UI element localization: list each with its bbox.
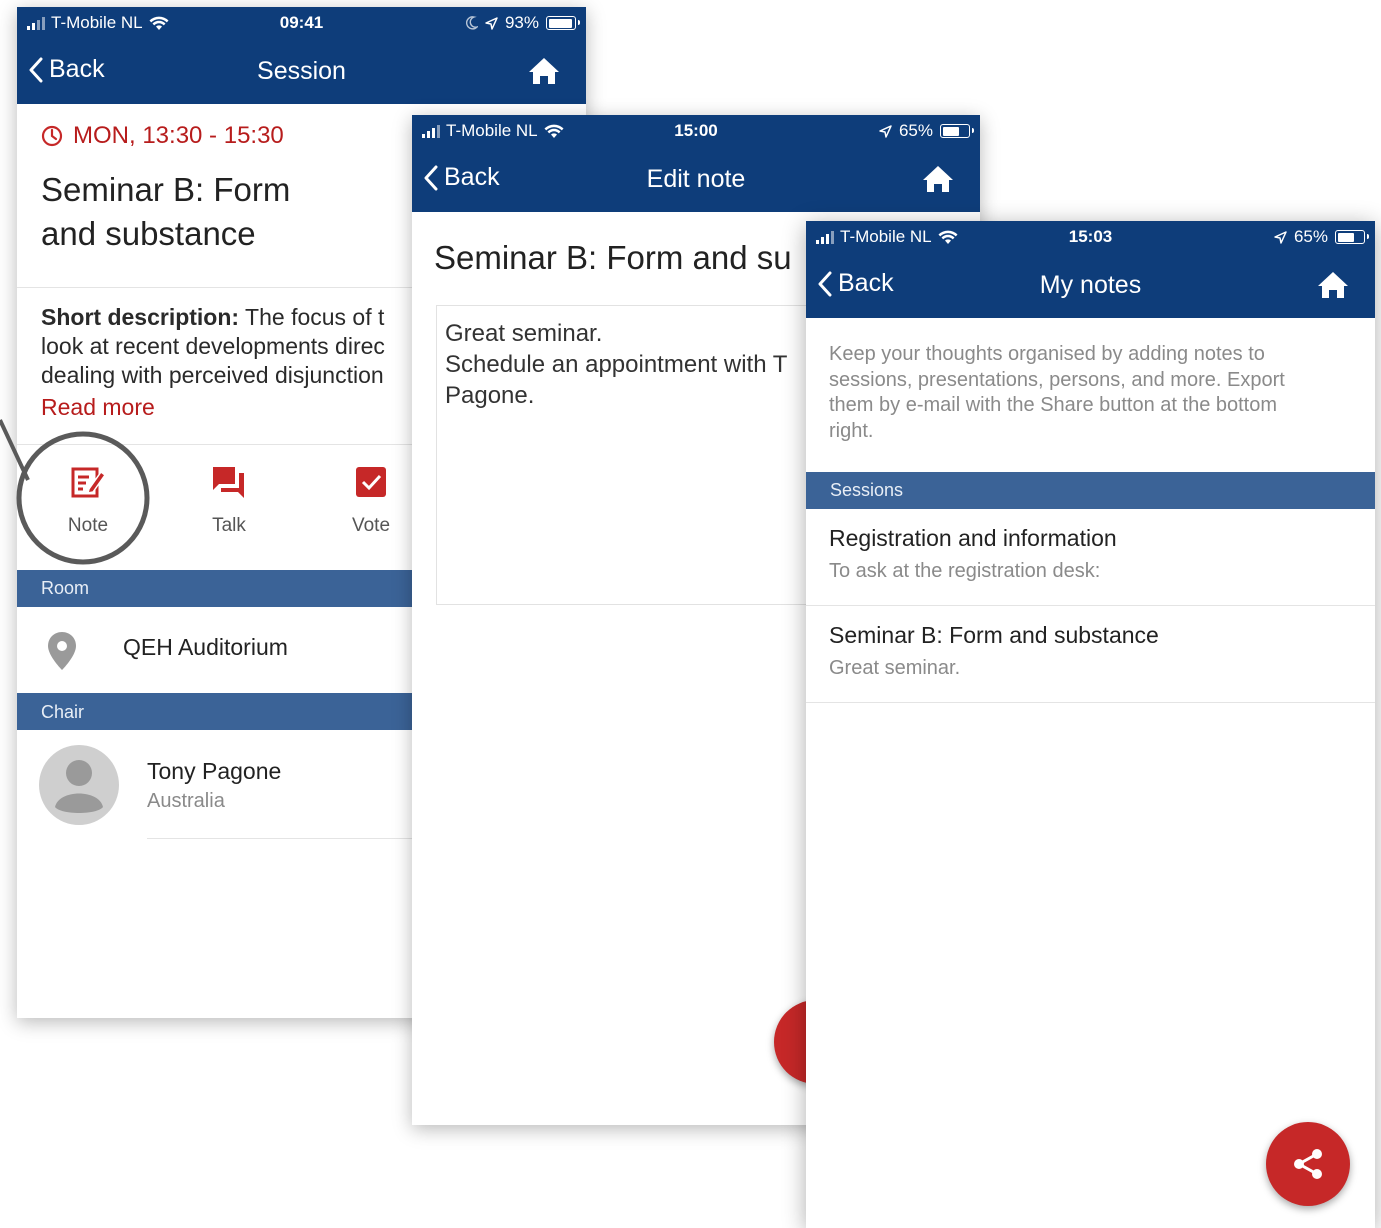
location-arrow-icon [879, 124, 892, 138]
home-icon [1318, 272, 1348, 298]
nav-bar: Back Session [17, 47, 586, 97]
note-edit-icon [71, 467, 107, 498]
share-icon [1294, 1149, 1322, 1179]
list-item[interactable]: Registration and information To ask at t… [806, 509, 1375, 605]
checkbox-icon [356, 467, 386, 497]
home-button[interactable] [1317, 271, 1349, 304]
home-button[interactable] [922, 165, 954, 198]
battery-icon [940, 124, 974, 138]
home-icon [923, 166, 953, 192]
note-button[interactable]: Note [48, 464, 128, 537]
location-arrow-icon [485, 16, 498, 30]
status-bar: T-Mobile NL 15:00 65% [412, 121, 980, 143]
nav-title: My notes [1039, 271, 1142, 299]
nav-bar: Back My notes [806, 261, 1375, 311]
battery-percent: 93% [504, 13, 539, 32]
talk-button[interactable]: Talk [189, 464, 269, 537]
my-notes-intro: Keep your thoughts organised by adding n… [829, 343, 1285, 442]
chair-country: Australia [147, 790, 225, 812]
location-pin-icon [48, 632, 76, 670]
nav-title: Session [257, 57, 346, 85]
clock-icon [41, 125, 63, 147]
my-notes-content: Keep your thoughts organised by adding n… [806, 318, 1375, 1228]
note-item-preview: Great seminar. [829, 657, 961, 679]
note-session-title: Seminar B: Form and su [434, 239, 792, 276]
share-button[interactable] [1266, 1122, 1350, 1206]
avatar [39, 745, 119, 825]
read-more-link[interactable]: Read more [41, 394, 155, 421]
battery-icon [546, 16, 580, 30]
talk-label: Talk [212, 515, 246, 536]
battery-percent: 65% [1293, 227, 1328, 246]
note-item-title: Seminar B: Form and substance [829, 622, 1159, 648]
list-item[interactable]: Seminar B: Form and substance Great semi… [806, 606, 1375, 702]
session-title: Seminar B: Form and substance [41, 171, 291, 252]
home-icon [529, 58, 559, 84]
top-bar: T-Mobile NL 15:00 65% Back Edit note [412, 115, 980, 212]
status-bar: T-Mobile NL 09:41 93% [17, 13, 586, 35]
location-arrow-icon [1274, 230, 1287, 244]
note-label: Note [67, 515, 109, 536]
nav-title: Edit note [646, 165, 746, 193]
chat-icon [213, 467, 244, 498]
sessions-section-header: Sessions [806, 472, 1375, 509]
session-description: Short description: The focus of t look a… [41, 304, 385, 388]
vote-button[interactable]: Vote [331, 464, 411, 537]
top-bar: T-Mobile NL 15:03 65% Back My notes [806, 221, 1375, 318]
moon-icon [465, 16, 478, 30]
note-item-preview: To ask at the registration desk: [829, 560, 1101, 582]
note-item-title: Registration and information [829, 525, 1117, 551]
my-notes-screen: T-Mobile NL 15:03 65% Back My notes Keep… [806, 221, 1375, 1228]
session-time: MON, 13:30 - 15:30 [73, 122, 284, 149]
nav-bar: Back Edit note [412, 155, 980, 205]
session-time-row: MON, 13:30 - 15:30 [41, 122, 284, 150]
description-label: Short description: [41, 304, 240, 330]
chair-name: Tony Pagone [147, 758, 282, 784]
battery-percent: 65% [898, 121, 933, 140]
vote-label: Vote [351, 515, 391, 536]
battery-icon [1335, 230, 1369, 244]
status-bar: T-Mobile NL 15:03 65% [806, 227, 1375, 249]
home-button[interactable] [528, 57, 560, 90]
room-name: QEH Auditorium [123, 634, 288, 660]
top-bar: T-Mobile NL 09:41 93% Back Session [17, 7, 586, 104]
